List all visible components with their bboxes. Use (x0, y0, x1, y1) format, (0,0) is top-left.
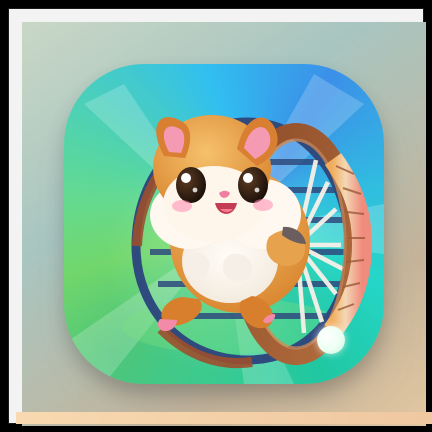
bottom-border (16, 412, 432, 424)
app-icon-tile[interactable] (64, 64, 384, 384)
status-dot (317, 326, 345, 354)
image-frame (8, 8, 432, 426)
left-eye (176, 167, 206, 203)
right-eye (238, 167, 268, 203)
screen-root (0, 0, 432, 432)
